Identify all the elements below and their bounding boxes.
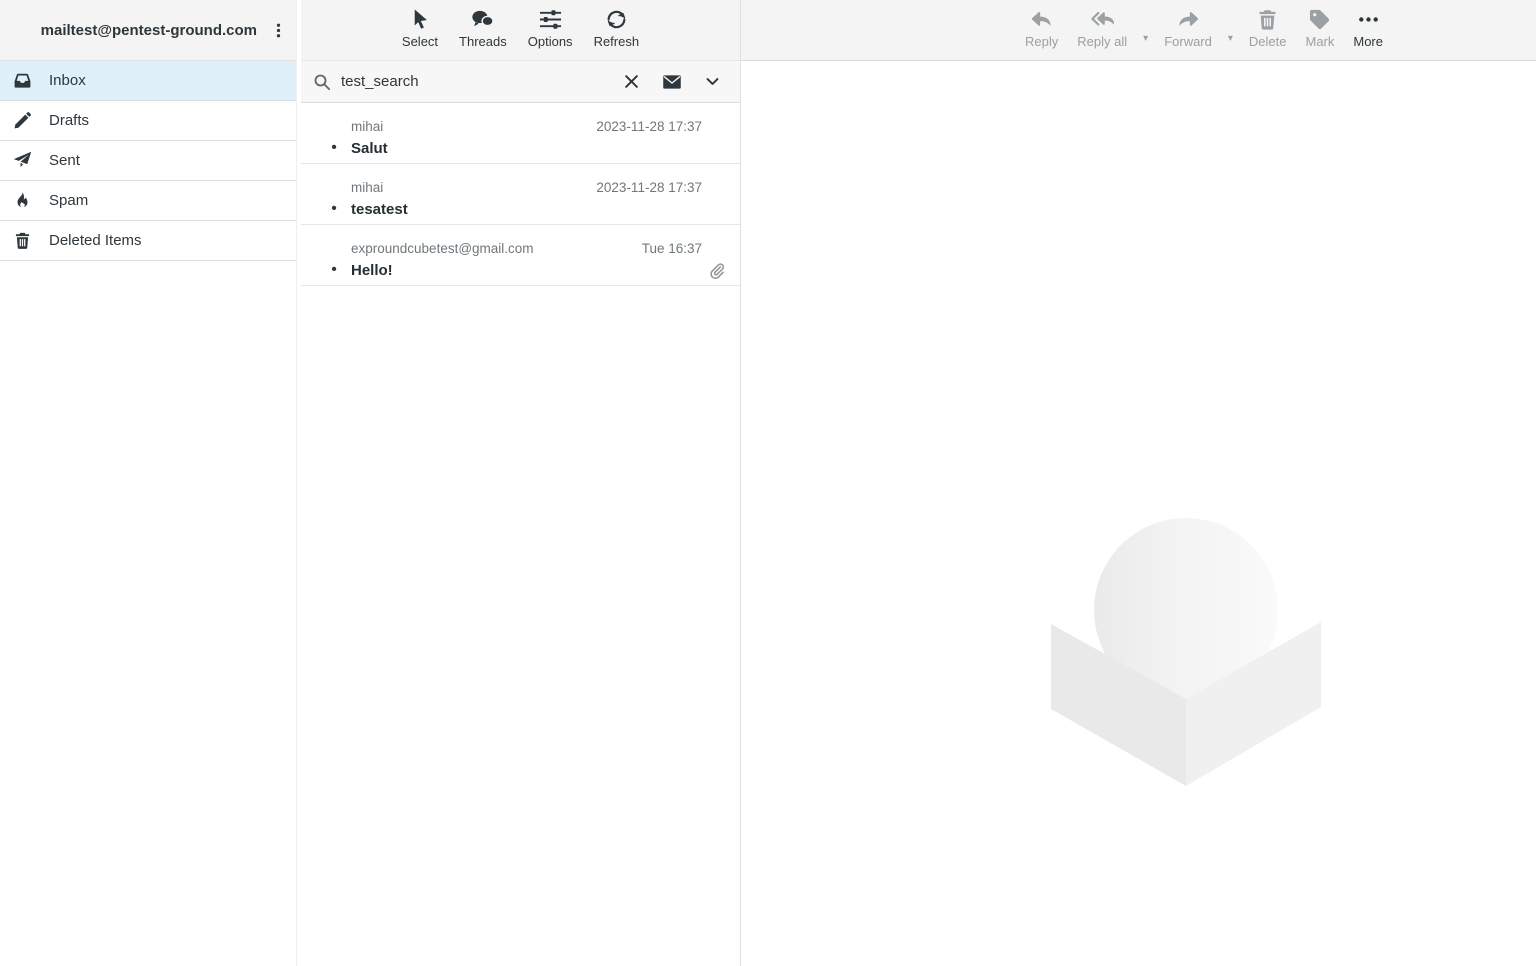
attachment-paperclip-icon bbox=[707, 261, 728, 280]
sidebar-item-spam[interactable]: Spam bbox=[0, 181, 296, 221]
sidebar-item-deleted-items[interactable]: Deleted Items bbox=[0, 221, 296, 261]
unread-indicator: • bbox=[317, 261, 351, 279]
chevron-down-icon bbox=[704, 73, 721, 90]
message-toolbar: Reply Reply all ▾ bbox=[741, 0, 1536, 61]
message-view-pane: Reply Reply all ▾ bbox=[741, 0, 1536, 966]
search-icon bbox=[313, 73, 331, 91]
search-options-button[interactable] bbox=[697, 73, 728, 90]
sidebar-item-inbox[interactable]: Inbox bbox=[0, 61, 296, 101]
pointer-icon bbox=[408, 8, 431, 31]
sidebar-item-drafts[interactable]: Drafts bbox=[0, 101, 296, 141]
unread-indicator: • bbox=[317, 200, 351, 218]
message-row[interactable]: exproundcubetest@gmail.com Tue 16:37 • H… bbox=[301, 225, 740, 286]
fire-icon bbox=[13, 191, 32, 210]
reply-icon bbox=[1030, 8, 1053, 31]
options-button[interactable]: Options bbox=[525, 8, 576, 48]
message-subject: tesatest bbox=[351, 201, 408, 218]
kebab-menu-icon bbox=[270, 22, 287, 39]
forward-menu-caret[interactable]: ▾ bbox=[1228, 34, 1233, 44]
sliders-icon bbox=[539, 8, 562, 31]
forward-button[interactable]: Forward bbox=[1161, 8, 1215, 48]
select-button[interactable]: Select bbox=[399, 8, 441, 48]
reply-all-icon bbox=[1091, 8, 1114, 31]
message-list-pane: Select Threads bbox=[301, 0, 741, 966]
unread-indicator: • bbox=[317, 139, 351, 157]
reply-all-button[interactable]: Reply all bbox=[1074, 8, 1130, 48]
search-scope-button[interactable] bbox=[655, 72, 689, 92]
more-button[interactable]: More bbox=[1350, 8, 1386, 48]
sidebar-item-sent[interactable]: Sent bbox=[0, 141, 296, 181]
search-bar bbox=[301, 61, 740, 103]
comments-icon bbox=[471, 8, 494, 31]
delete-button[interactable]: Delete bbox=[1246, 8, 1290, 48]
threads-button[interactable]: Threads bbox=[456, 8, 510, 48]
account-email: mailtest@pentest-ground.com bbox=[41, 22, 257, 39]
tag-icon bbox=[1308, 8, 1331, 31]
message-sender: exproundcubetest@gmail.com bbox=[351, 241, 534, 256]
refresh-button[interactable]: Refresh bbox=[591, 8, 643, 48]
trash-icon bbox=[13, 231, 32, 250]
reply-button[interactable]: Reply bbox=[1022, 8, 1061, 48]
clear-icon bbox=[623, 73, 640, 90]
message-subject: Hello! bbox=[351, 262, 393, 279]
inbox-icon bbox=[13, 71, 32, 90]
message-list: mihai 2023-11-28 17:37 • Salut mihai 202… bbox=[301, 103, 740, 966]
list-toolbar: Select Threads bbox=[301, 0, 740, 61]
paper-plane-icon bbox=[13, 151, 32, 170]
message-row[interactable]: mihai 2023-11-28 17:37 • tesatest bbox=[301, 164, 740, 225]
account-menu-button[interactable] bbox=[270, 22, 287, 39]
message-row[interactable]: mihai 2023-11-28 17:37 • Salut bbox=[301, 103, 740, 164]
folder-label: Inbox bbox=[49, 72, 86, 89]
folder-label: Spam bbox=[49, 192, 88, 209]
refresh-icon bbox=[605, 8, 628, 31]
search-input[interactable] bbox=[339, 73, 608, 90]
message-date: 2023-11-28 17:37 bbox=[596, 180, 702, 195]
message-sender: mihai bbox=[351, 180, 383, 195]
folder-label: Deleted Items bbox=[49, 232, 142, 249]
trash-icon bbox=[1256, 8, 1279, 31]
folder-label: Drafts bbox=[49, 112, 89, 129]
pencil-icon bbox=[13, 111, 32, 130]
roundcube-logo-watermark bbox=[1051, 515, 1321, 787]
reply-all-menu-caret[interactable]: ▾ bbox=[1143, 34, 1148, 44]
forward-icon bbox=[1177, 8, 1200, 31]
message-view-content bbox=[741, 61, 1536, 966]
message-date: 2023-11-28 17:37 bbox=[596, 119, 702, 134]
message-subject: Salut bbox=[351, 140, 388, 157]
message-date: Tue 16:37 bbox=[642, 241, 702, 256]
mark-button[interactable]: Mark bbox=[1302, 8, 1337, 48]
message-sender: mihai bbox=[351, 119, 383, 134]
ellipsis-icon bbox=[1357, 8, 1380, 31]
folder-label: Sent bbox=[49, 152, 80, 169]
envelope-icon bbox=[662, 72, 682, 92]
search-clear-button[interactable] bbox=[616, 73, 647, 90]
folder-sidebar: mailtest@pentest-ground.com Inbox bbox=[0, 0, 297, 966]
account-header: mailtest@pentest-ground.com bbox=[0, 0, 296, 61]
webmail-app: mailtest@pentest-ground.com Inbox bbox=[0, 0, 1536, 966]
